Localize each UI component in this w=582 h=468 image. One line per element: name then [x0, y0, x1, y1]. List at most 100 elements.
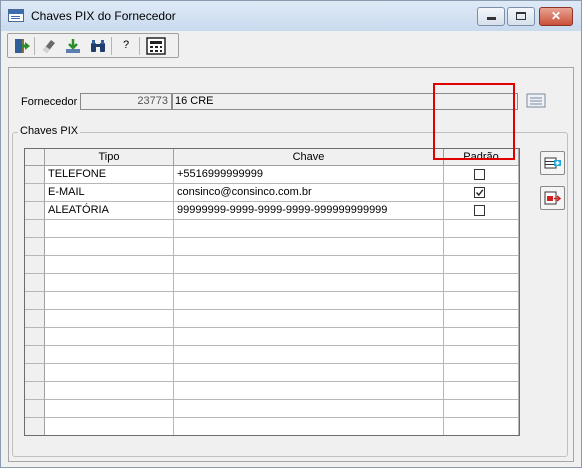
calculator-icon	[146, 37, 166, 55]
cell-chave[interactable]: +5516999999999	[174, 166, 444, 184]
cell-chave[interactable]	[174, 418, 444, 435]
main-panel: Fornecedor 23773 16 CRE Chaves PIX Tipo …	[8, 67, 574, 462]
binoculars-button[interactable]	[87, 36, 109, 56]
cell-tipo[interactable]	[45, 256, 174, 274]
cell-chave[interactable]	[174, 220, 444, 238]
cell-padrao[interactable]	[444, 238, 519, 256]
row-selector[interactable]	[25, 238, 45, 256]
row-selector[interactable]	[25, 184, 45, 202]
window-title: Chaves PIX do Fornecedor	[31, 9, 176, 23]
exit-button[interactable]	[11, 36, 33, 56]
row-selector[interactable]	[25, 346, 45, 364]
add-row-icon	[544, 157, 561, 169]
add-key-button[interactable]	[540, 151, 565, 175]
cell-padrao[interactable]	[444, 418, 519, 435]
cell-padrao	[444, 184, 519, 202]
cell-padrao[interactable]	[444, 292, 519, 310]
close-button[interactable]: ✕	[539, 7, 573, 26]
cell-tipo[interactable]	[45, 328, 174, 346]
cell-padrao[interactable]	[444, 382, 519, 400]
padrao-checkbox[interactable]	[474, 187, 485, 198]
chaves-pix-table[interactable]: Tipo Chave Padrão TELEFONE +5516999999999…	[24, 148, 520, 436]
cell-tipo[interactable]	[45, 310, 174, 328]
cell-chave[interactable]	[174, 346, 444, 364]
cell-chave[interactable]: 99999999-9999-9999-9999-999999999999	[174, 202, 444, 220]
remove-key-button[interactable]	[540, 186, 565, 210]
toolbar-separator	[111, 37, 112, 55]
cell-chave[interactable]	[174, 328, 444, 346]
minimize-button[interactable]	[477, 7, 505, 26]
column-header-tipo[interactable]: Tipo	[45, 149, 174, 166]
cell-chave[interactable]	[174, 310, 444, 328]
calculator-button[interactable]	[144, 36, 166, 56]
column-header-chave[interactable]: Chave	[174, 149, 444, 166]
cell-chave[interactable]	[174, 292, 444, 310]
cell-padrao	[444, 202, 519, 220]
cell-padrao[interactable]	[444, 364, 519, 382]
cell-chave[interactable]	[174, 400, 444, 418]
row-selector[interactable]	[25, 274, 45, 292]
row-selector[interactable]	[25, 220, 45, 238]
maximize-button[interactable]	[507, 7, 535, 26]
cell-padrao[interactable]	[444, 256, 519, 274]
cell-tipo[interactable]	[45, 400, 174, 418]
cell-padrao[interactable]	[444, 328, 519, 346]
padrao-checkbox[interactable]	[474, 205, 485, 216]
cell-padrao[interactable]	[444, 346, 519, 364]
chaves-pix-group: Chaves PIX Tipo Chave Padrão TELEFONE +55…	[12, 125, 568, 457]
column-header-padrao[interactable]: Padrão	[444, 149, 519, 166]
help-button[interactable]: ?	[116, 36, 138, 56]
exit-icon	[15, 39, 30, 53]
cell-chave[interactable]	[174, 364, 444, 382]
cell-tipo[interactable]	[45, 382, 174, 400]
cell-padrao[interactable]	[444, 220, 519, 238]
fornecedor-lookup-button[interactable]	[526, 92, 546, 110]
list-icon	[526, 93, 546, 108]
cell-tipo[interactable]	[45, 418, 174, 435]
minimize-icon	[487, 17, 496, 20]
row-selector[interactable]	[25, 364, 45, 382]
fornecedor-code-field[interactable]: 23773	[80, 93, 172, 110]
cell-tipo[interactable]	[45, 220, 174, 238]
checkmark-icon	[475, 189, 484, 197]
window-icon	[8, 9, 24, 22]
cell-padrao	[444, 166, 519, 184]
maximize-icon	[516, 12, 526, 20]
remove-row-icon	[544, 191, 562, 205]
row-selector[interactable]	[25, 310, 45, 328]
toolbar-group: ?	[7, 33, 179, 58]
cell-tipo[interactable]: ALEATÓRIA	[45, 202, 174, 220]
row-selector[interactable]	[25, 418, 45, 435]
cell-tipo[interactable]	[45, 274, 174, 292]
cell-chave[interactable]: consinco@consinco.com.br	[174, 184, 444, 202]
cell-chave[interactable]	[174, 256, 444, 274]
row-selector[interactable]	[25, 292, 45, 310]
title-bar: Chaves PIX do Fornecedor ✕	[1, 1, 581, 31]
cell-padrao[interactable]	[444, 274, 519, 292]
row-selector[interactable]	[25, 202, 45, 220]
cell-tipo[interactable]: TELEFONE	[45, 166, 174, 184]
row-selector[interactable]	[25, 256, 45, 274]
row-selector[interactable]	[25, 382, 45, 400]
cell-chave[interactable]	[174, 274, 444, 292]
toolbar-separator	[139, 37, 140, 55]
row-selector[interactable]	[25, 166, 45, 184]
cell-tipo[interactable]	[45, 346, 174, 364]
row-selector[interactable]	[25, 400, 45, 418]
cell-tipo[interactable]	[45, 364, 174, 382]
eraser-button[interactable]	[38, 36, 60, 56]
close-icon: ✕	[550, 9, 562, 23]
cell-tipo[interactable]: E-MAIL	[45, 184, 174, 202]
row-selector[interactable]	[25, 328, 45, 346]
cell-padrao[interactable]	[444, 400, 519, 418]
cell-tipo[interactable]	[45, 292, 174, 310]
toolbar: ?	[4, 30, 578, 62]
download-button[interactable]	[62, 36, 84, 56]
cell-padrao[interactable]	[444, 310, 519, 328]
fornecedor-name-field[interactable]: 16 CRE	[172, 93, 518, 110]
cell-chave[interactable]	[174, 238, 444, 256]
toolbar-separator	[34, 37, 35, 55]
cell-tipo[interactable]	[45, 238, 174, 256]
cell-chave[interactable]	[174, 382, 444, 400]
padrao-checkbox[interactable]	[474, 169, 485, 180]
